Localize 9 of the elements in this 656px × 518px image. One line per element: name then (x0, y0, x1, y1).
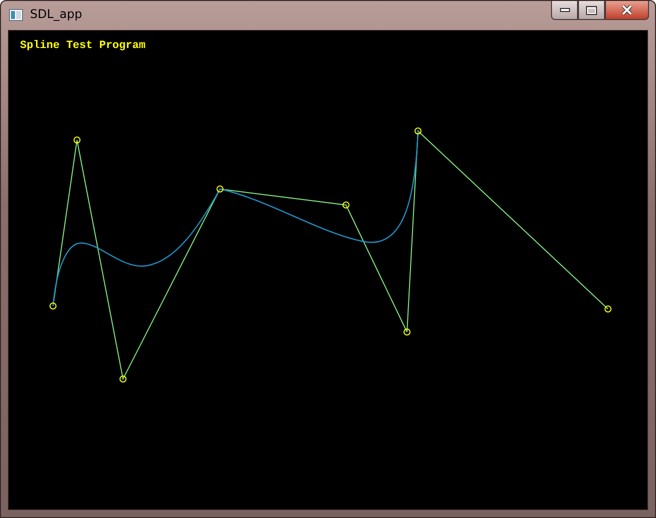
close-icon (621, 5, 633, 15)
window-title: SDL_app (30, 7, 82, 21)
close-button[interactable] (605, 1, 649, 20)
minimize-icon (560, 8, 570, 12)
minimize-button[interactable] (551, 1, 578, 20)
maximize-button[interactable] (578, 1, 605, 20)
maximize-icon (586, 6, 597, 14)
app-icon (9, 9, 23, 21)
canvas-heading: Spline Test Program (20, 40, 146, 52)
